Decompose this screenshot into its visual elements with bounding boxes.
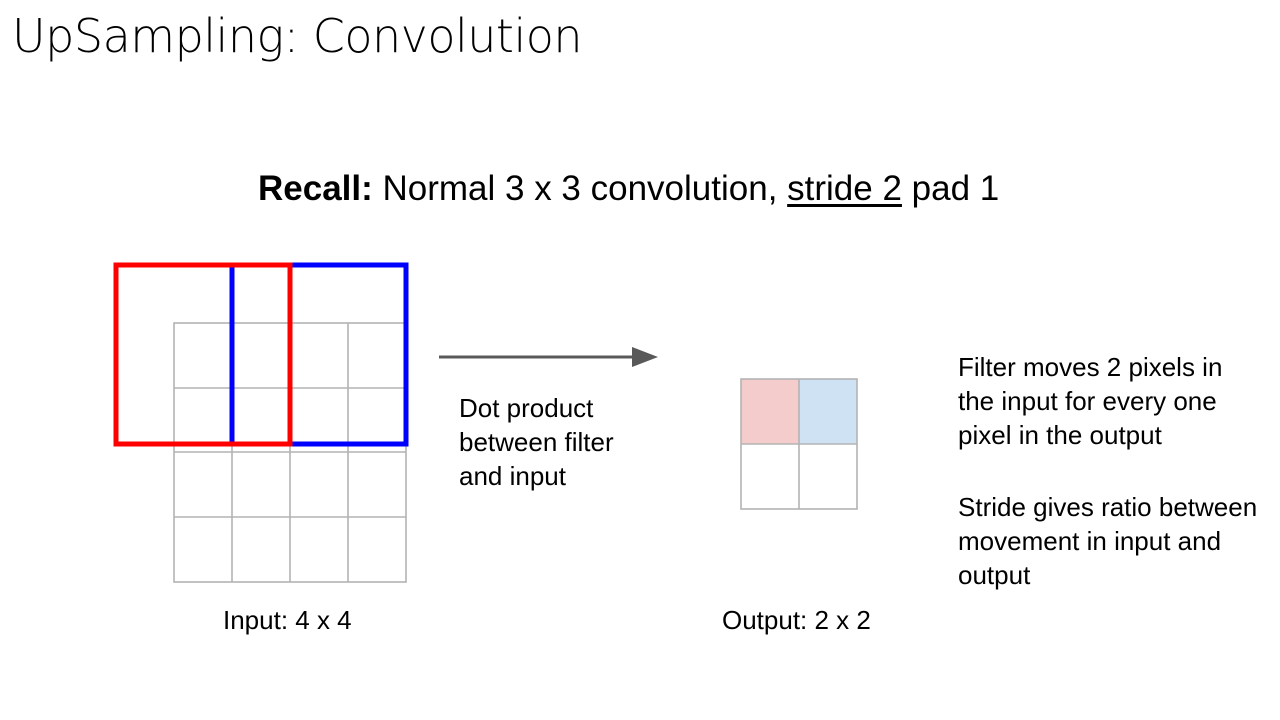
- arrow-icon: [439, 347, 658, 367]
- dot-product-line: between filter: [459, 427, 614, 457]
- description-paragraph-2: Stride gives ratio between movement in i…: [958, 490, 1257, 592]
- description-line: output: [958, 560, 1031, 590]
- dot-product-line: and input: [459, 461, 566, 491]
- description-paragraph-1: Filter moves 2 pixels in the input for e…: [958, 350, 1222, 452]
- output-grid: [740, 378, 858, 510]
- dot-product-text: Dot product between filter and input: [459, 391, 614, 493]
- description-line: movement in input and: [958, 526, 1222, 556]
- filter-second-position: [229, 262, 409, 447]
- description-line: Filter moves 2 pixels in: [958, 352, 1223, 382]
- output-cell-second: [799, 379, 857, 444]
- description-line: Stride gives ratio between: [958, 492, 1258, 522]
- output-cell-first: [741, 379, 799, 444]
- dot-product-line: Dot product: [459, 393, 594, 423]
- input-caption: Input: 4 x 4: [223, 605, 352, 635]
- description-line: pixel in the output: [958, 420, 1162, 450]
- output-caption: Output: 2 x 2: [722, 605, 871, 635]
- description-line: the input for every one: [958, 386, 1217, 416]
- filter-first-position: [113, 262, 293, 447]
